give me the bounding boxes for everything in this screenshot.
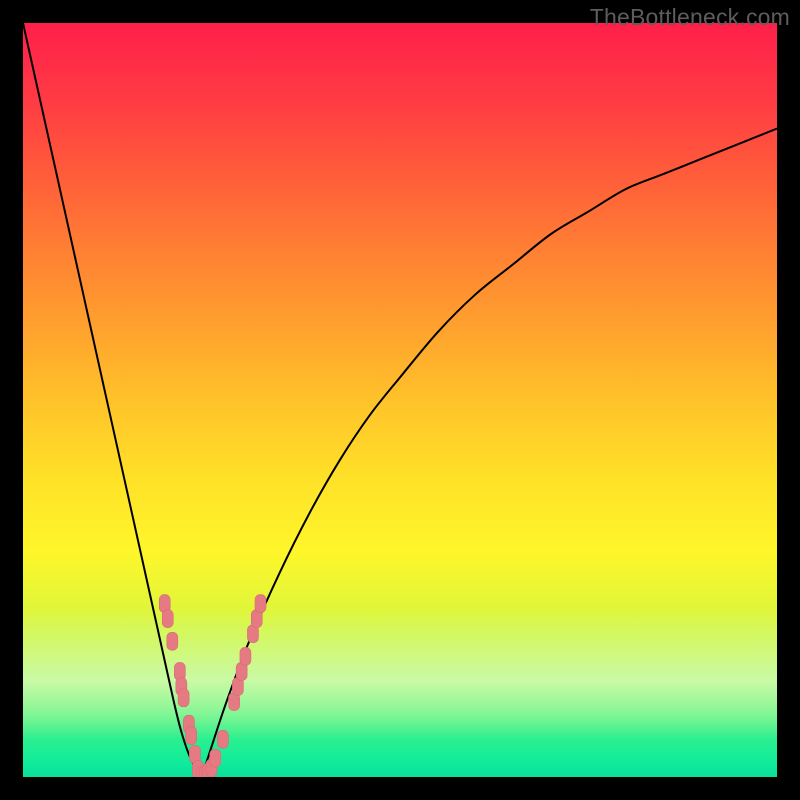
bottleneck-curve-layer (23, 23, 777, 777)
watermark-text: TheBottleneck.com (590, 4, 790, 31)
scatter-marker (217, 730, 228, 748)
scatter-marker (186, 727, 197, 745)
scatter-marker (167, 632, 178, 650)
scatter-marker (210, 749, 221, 767)
scatter-marker (162, 610, 173, 628)
curve-right-branch (202, 129, 777, 777)
scatter-marker (240, 647, 251, 665)
scatter-marker (255, 595, 266, 613)
curve-left-branch (23, 23, 202, 777)
chart-plot-area (23, 23, 777, 777)
scatter-marker (178, 689, 189, 707)
